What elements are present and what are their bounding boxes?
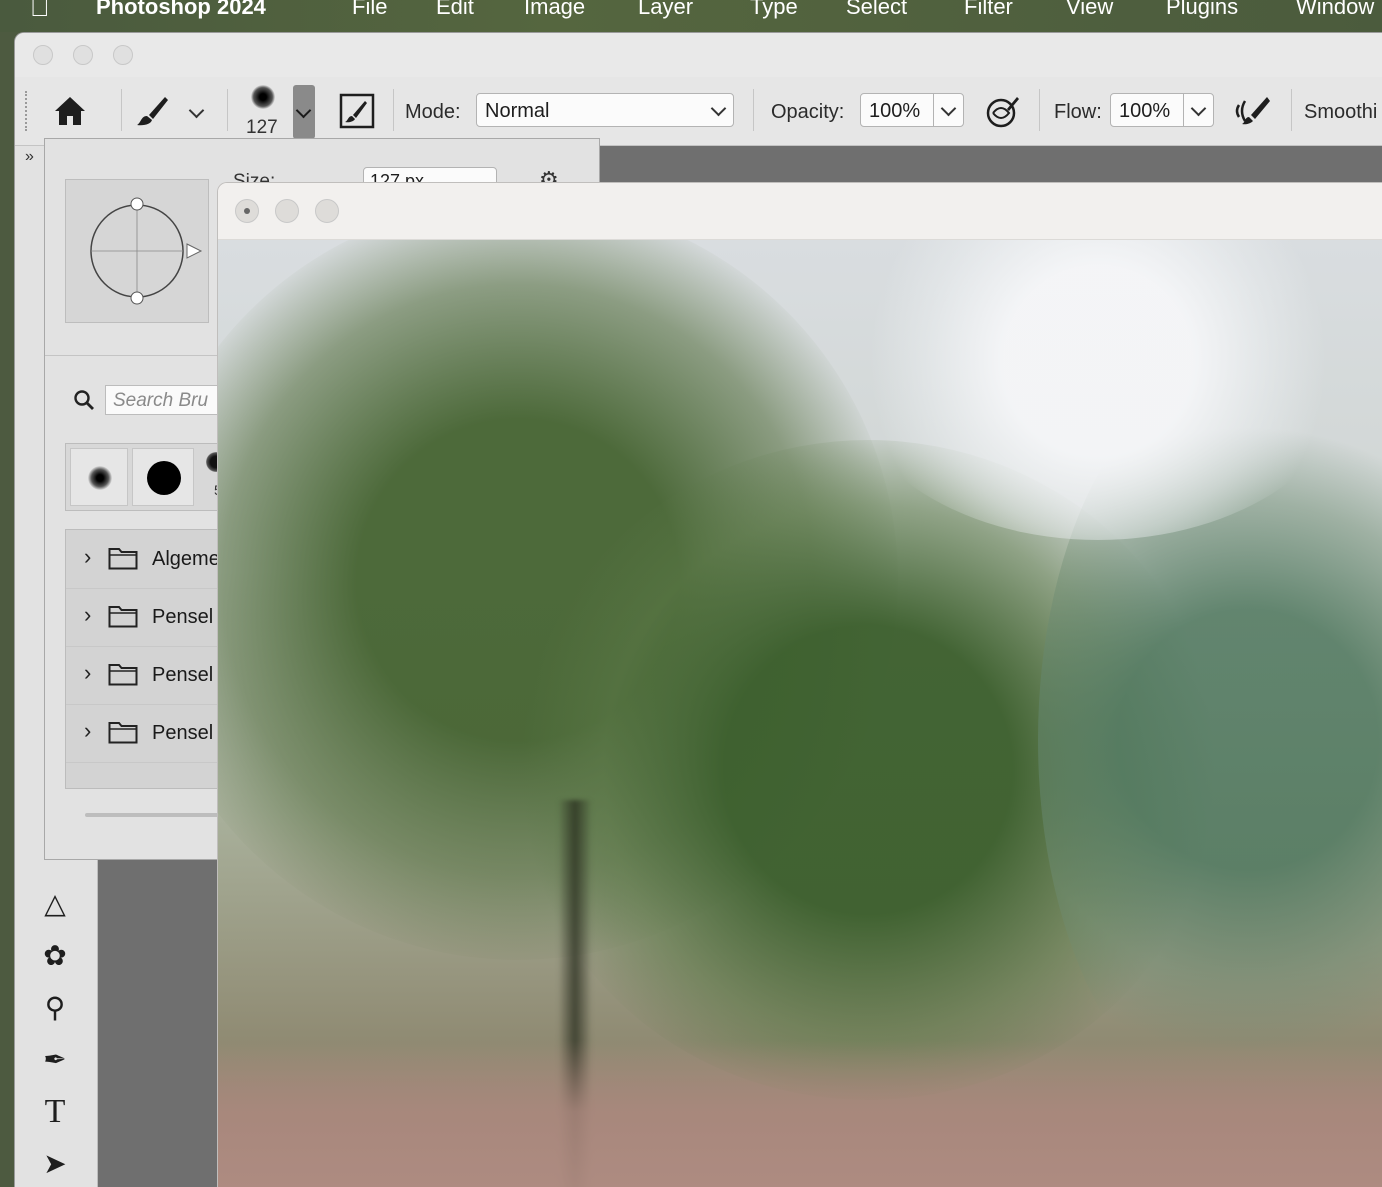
apple-icon[interactable]:  (30, 0, 50, 23)
chevron-right-icon[interactable]: › (84, 602, 91, 628)
menu-type[interactable]: Type (750, 0, 798, 20)
folder-icon (108, 664, 138, 686)
menu-view[interactable]: View (1066, 0, 1113, 20)
collapse-panel-icon[interactable]: » (25, 148, 34, 166)
document-titlebar (218, 183, 1382, 240)
heather-foreground (218, 1040, 1382, 1187)
window-close-button[interactable] (33, 45, 53, 65)
chevron-down-icon (295, 102, 312, 119)
angle-roundness-dial (90, 197, 203, 305)
folder-name: Pensel (152, 606, 214, 628)
shape-tool-icon[interactable]: △ (35, 884, 75, 924)
home-icon[interactable] (53, 95, 87, 127)
options-bar-grip[interactable] (25, 91, 29, 131)
pen-tool-icon[interactable]: ✒ (35, 1040, 75, 1080)
window-zoom-button[interactable] (113, 45, 133, 65)
brush-preset-hard-round[interactable] (132, 448, 194, 506)
chevron-right-icon[interactable]: › (84, 660, 91, 686)
separator (1183, 94, 1184, 126)
flow-label: Flow: (1054, 101, 1102, 123)
separator (1039, 89, 1040, 131)
document-window (217, 182, 1382, 1187)
soft-round-brush-icon (88, 466, 112, 490)
document-minimize-button[interactable] (275, 199, 299, 223)
menu-file[interactable]: File (352, 0, 387, 20)
document-zoom-button[interactable] (315, 199, 339, 223)
menu-select[interactable]: Select (846, 0, 907, 20)
folder-icon (108, 548, 138, 570)
mode-value: Normal (485, 100, 550, 122)
path-selection-tool-icon[interactable]: ➤ (35, 1144, 75, 1184)
separator (753, 89, 754, 131)
menu-image[interactable]: Image (524, 0, 585, 20)
flow-input[interactable]: 100% (1110, 93, 1214, 127)
app-titlebar (15, 33, 1382, 78)
airbrush-icon[interactable] (1233, 93, 1273, 129)
menu-plugins[interactable]: Plugins (1166, 0, 1238, 20)
chevron-right-icon[interactable]: › (84, 718, 91, 744)
mode-label: Mode: (405, 101, 461, 123)
folder-name: Pensel (152, 664, 214, 686)
folder-icon (108, 606, 138, 628)
mode-select[interactable]: Normal (476, 93, 734, 127)
menu-filter[interactable]: Filter (964, 0, 1013, 20)
opacity-label: Opacity: (771, 101, 845, 123)
smoothing-label: Smoothi (1304, 101, 1378, 123)
chevron-right-icon[interactable]: › (84, 544, 91, 570)
brush-preset-soft-round[interactable] (70, 448, 128, 506)
options-bar: 127 Mode: Normal Opacity: 100% Flow: 100… (15, 77, 1382, 146)
brush-preview-icon[interactable] (251, 85, 275, 109)
brush-settings-panel-icon[interactable] (339, 93, 375, 129)
unsaved-dot-icon (244, 208, 250, 214)
document-close-button[interactable] (235, 199, 259, 223)
brush-angle-roundness-widget[interactable] (65, 179, 209, 323)
opacity-chevron-icon[interactable] (940, 100, 957, 117)
separator (933, 94, 934, 126)
window-minimize-button[interactable] (73, 45, 93, 65)
separator (1291, 89, 1292, 131)
opacity-value: 100% (869, 100, 921, 122)
menu-layer[interactable]: Layer (638, 0, 693, 20)
folder-name: Algeme (152, 548, 220, 570)
flow-value: 100% (1119, 100, 1171, 122)
folder-name: Pensel (152, 722, 214, 744)
flow-chevron-icon[interactable] (1190, 100, 1207, 117)
tool-preset-chevron-icon[interactable] (188, 102, 205, 119)
brush-picker-button[interactable] (293, 85, 315, 139)
search-placeholder: Search Bru (113, 390, 209, 411)
brush-size-label: 127 (246, 117, 278, 138)
canvas-photo[interactable] (218, 240, 1382, 1187)
hard-round-brush-icon (147, 461, 181, 495)
pressure-opacity-icon[interactable] (985, 93, 1021, 129)
menu-app-name[interactable]: Photoshop 2024 (96, 0, 266, 20)
opacity-input[interactable]: 100% (860, 93, 964, 127)
brush-tool-icon[interactable] (135, 93, 171, 129)
dodge-tool-icon[interactable]: ⚲ (35, 988, 75, 1028)
menu-edit[interactable]: Edit (436, 0, 474, 20)
menu-bar:  Photoshop 2024 File Edit Image Layer T… (0, 0, 1382, 32)
folder-icon (108, 722, 138, 744)
separator (227, 89, 228, 131)
type-tool-icon[interactable]: T (35, 1092, 75, 1132)
paint-bucket-tool-icon[interactable]: ✿ (35, 936, 75, 976)
chevron-down-icon (710, 100, 727, 117)
separator (121, 89, 122, 131)
menu-window[interactable]: Window (1296, 0, 1374, 20)
separator (393, 89, 394, 131)
search-icon (74, 390, 94, 410)
